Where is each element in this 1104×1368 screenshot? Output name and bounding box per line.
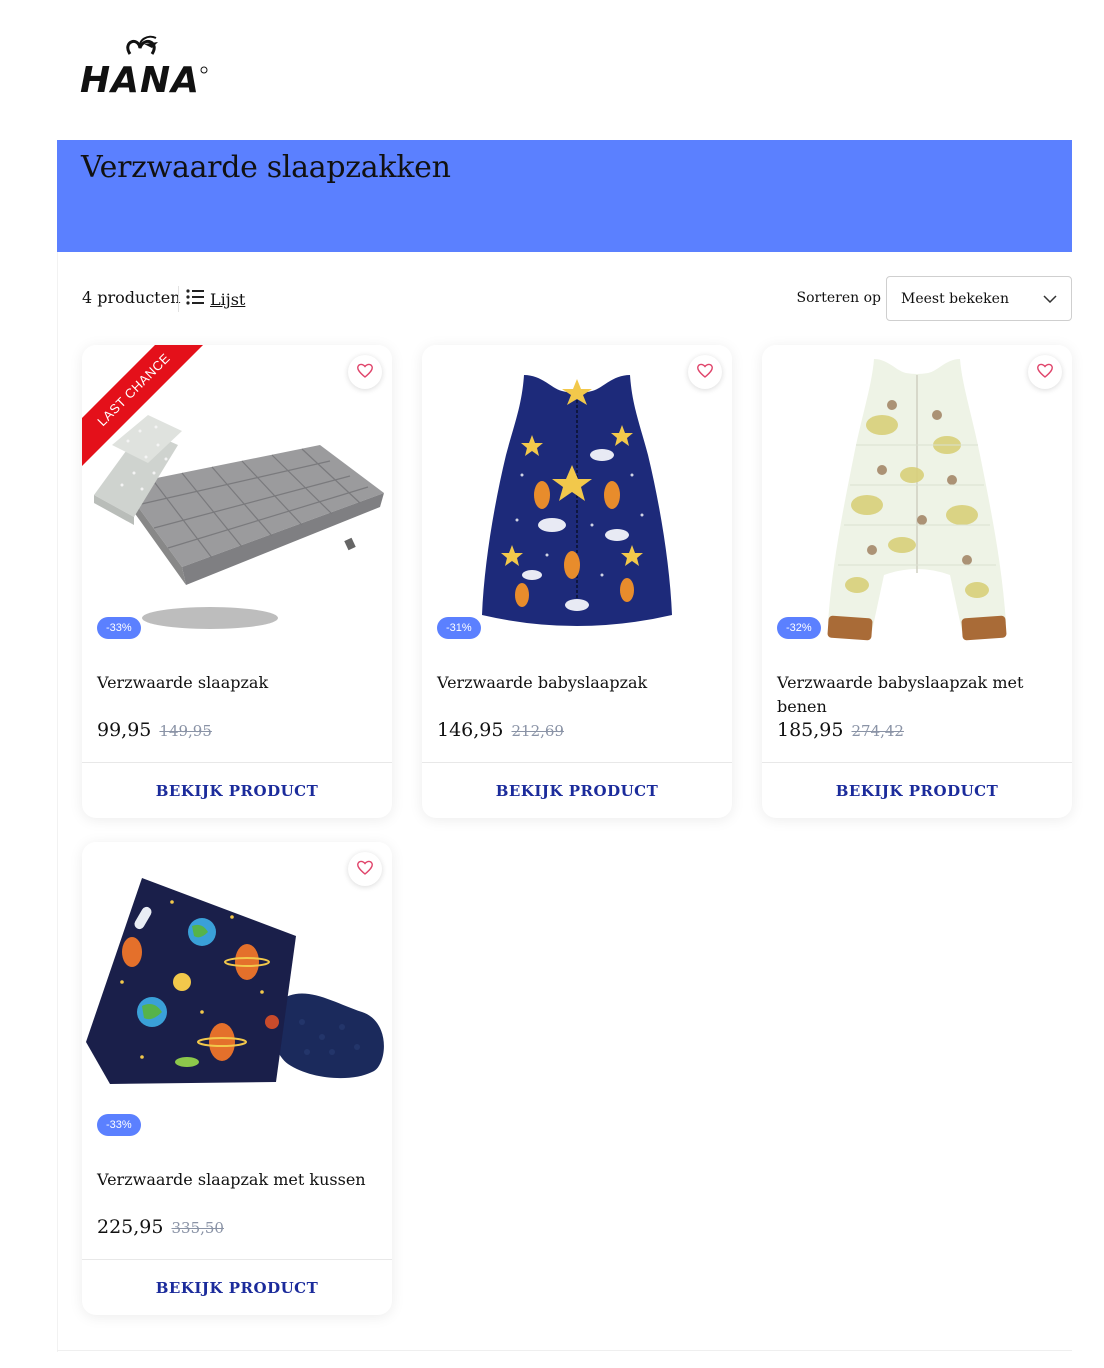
product-name[interactable]: Verzwaarde babyslaapzak met benen [777, 671, 1057, 719]
heart-icon [357, 860, 373, 879]
product-old-price: 149,95 [159, 722, 212, 740]
product-image[interactable]: LAST CHANCE -33% [82, 345, 392, 645]
page-title: Verzwaarde slaapzakken [81, 150, 451, 185]
product-old-price: 335,50 [171, 1219, 224, 1237]
discount-badge: -33% [97, 1114, 141, 1136]
collection-hero: Verzwaarde slaapzakken [57, 140, 1072, 252]
brand-logo[interactable]: HANA [78, 32, 210, 101]
list-icon [186, 289, 204, 309]
product-price: 99,95 [97, 719, 152, 741]
product-old-price: 212,69 [511, 722, 564, 740]
product-price: 225,95 [97, 1216, 164, 1238]
product-price: 185,95 [777, 719, 844, 741]
product-image[interactable]: -32% [762, 345, 1072, 645]
sort-select[interactable]: Meest bekeken [886, 276, 1072, 321]
product-card[interactable]: -33% Verzwaarde slaapzak met kussen 225,… [82, 842, 392, 1315]
view-product-button[interactable]: BEKIJK PRODUCT [422, 763, 732, 818]
product-image[interactable]: -33% [82, 842, 392, 1142]
product-name[interactable]: Verzwaarde slaapzak [97, 671, 377, 695]
product-prices: 225,95 335,50 [97, 1216, 224, 1238]
heart-icon [697, 363, 713, 382]
wishlist-button[interactable] [348, 852, 382, 886]
view-product-button[interactable]: BEKIJK PRODUCT [82, 763, 392, 818]
product-prices: 146,95 212,69 [437, 719, 564, 741]
toolbar-divider [178, 286, 179, 312]
wishlist-button[interactable] [348, 355, 382, 389]
view-toggle-list[interactable]: Lijst [186, 289, 245, 309]
heart-icon [1037, 363, 1053, 382]
wishlist-button[interactable] [688, 355, 722, 389]
bottom-divider [57, 1350, 1072, 1351]
product-prices: 99,95 149,95 [97, 719, 212, 741]
product-card[interactable]: -32% Verzwaarde babyslaapzak met benen 1… [762, 345, 1072, 818]
product-card[interactable]: LAST CHANCE -33% Verzwaarde slaapzak 99,… [82, 345, 392, 818]
collection-toolbar: 4 producten Lijst Sorteren op Meest beke… [82, 276, 1072, 328]
sort-label: Sorteren op [796, 290, 881, 306]
product-image[interactable]: -31% [422, 345, 732, 645]
product-count: 4 producten [82, 288, 181, 307]
wishlist-button[interactable] [1028, 355, 1062, 389]
discount-badge: -32% [777, 617, 821, 639]
discount-badge: -33% [97, 617, 141, 639]
product-card[interactable]: -31% Verzwaarde babyslaapzak 146,95 212,… [422, 345, 732, 818]
view-toggle-label: Lijst [210, 289, 246, 309]
product-name[interactable]: Verzwaarde babyslaapzak [437, 671, 717, 695]
view-product-button[interactable]: BEKIJK PRODUCT [82, 1260, 392, 1315]
product-prices: 185,95 274,42 [777, 719, 904, 741]
product-old-price: 274,42 [851, 722, 904, 740]
chevron-down-icon [1043, 291, 1057, 307]
sort-select-value: Meest bekeken [901, 290, 1009, 307]
view-product-button[interactable]: BEKIJK PRODUCT [762, 763, 1072, 818]
heart-icon [357, 363, 373, 382]
product-price: 146,95 [437, 719, 504, 741]
discount-badge: -31% [437, 617, 481, 639]
product-name[interactable]: Verzwaarde slaapzak met kussen [97, 1168, 377, 1192]
logo-text: HANA [80, 60, 200, 98]
